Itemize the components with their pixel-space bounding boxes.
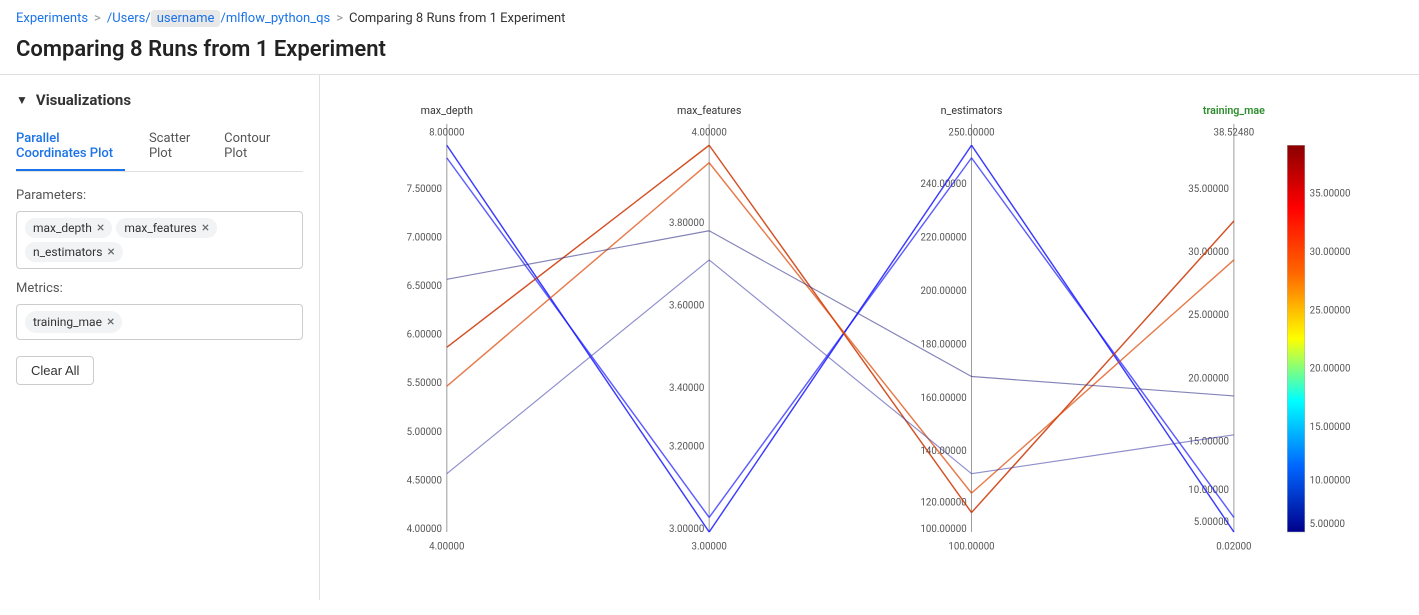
parameters-tags: max_depth × max_features × n_estimators … [16, 211, 303, 269]
ax-md-450: 4.50000 [407, 475, 442, 486]
bottom-label-tm: 0.02000 [1216, 541, 1251, 552]
axis-top-training-mae: 38.52480 [1214, 128, 1255, 139]
tabs-container: Parallel Coordinates Plot Scatter Plot C… [16, 123, 303, 172]
ax-ne-160: 160.00000 [920, 393, 966, 404]
ax-mf-380: 3.80000 [669, 218, 704, 229]
ax-md-700: 7.00000 [407, 232, 442, 243]
colorbar-label-25: 25.00000 [1310, 305, 1351, 316]
data-line-blue-2 [447, 158, 709, 518]
bottom-label-ne: 100.00000 [948, 541, 994, 552]
axis-top-max-depth: 8.00000 [429, 128, 464, 139]
clear-all-button[interactable]: Clear All [16, 356, 94, 385]
metrics-label: Metrics: [16, 281, 303, 296]
data-line-blue-2c [972, 158, 1234, 518]
breadcrumb-username[interactable]: username [151, 10, 221, 27]
breadcrumb-sep1: > [94, 11, 101, 26]
colorbar-label-20: 20.00000 [1310, 364, 1351, 375]
data-line-red-2 [447, 163, 709, 386]
axis-label-n-estimators: n_estimators [941, 104, 1003, 117]
ax-tm-25: 25.00000 [1188, 310, 1229, 321]
tag-max-features-label: max_features [124, 221, 196, 235]
colorbar-label-35: 35.00000 [1310, 189, 1351, 200]
ax-md-650: 6.50000 [407, 281, 442, 292]
ax-mf-340: 3.40000 [669, 383, 704, 394]
breadcrumb-current: Comparing 8 Runs from 1 Experiment [349, 11, 565, 26]
tab-contour[interactable]: Contour Plot [224, 123, 279, 171]
ax-ne-100: 100.00000 [920, 524, 966, 535]
colorbar [1287, 145, 1304, 532]
ax-mf-320: 3.20000 [669, 441, 704, 452]
axis-top-max-features: 4.00000 [692, 128, 727, 139]
axis-label-max-features: max_features [677, 104, 741, 117]
data-line-3b [709, 231, 971, 377]
ax-tm-5: 5.00000 [1194, 517, 1229, 528]
ax-mf-300: 3.00000 [669, 524, 704, 535]
chart-panel: max_depth max_features n_estimators trai… [320, 75, 1419, 600]
tag-max-depth-label: max_depth [33, 221, 92, 235]
breadcrumb: Experiments > /Users/ username /mlflow_p… [0, 0, 1419, 33]
data-line-3 [447, 231, 709, 280]
bottom-label-md: 4.00000 [429, 541, 464, 552]
data-line-red-1c [972, 221, 1234, 513]
tag-n-estimators: n_estimators × [25, 242, 123, 262]
ax-tm-20: 20.00000 [1188, 373, 1229, 384]
tab-scatter[interactable]: Scatter Plot [149, 123, 200, 171]
data-line-red-1 [447, 145, 709, 347]
tag-max-features-remove[interactable]: × [202, 221, 209, 235]
bottom-label-mf: 3.00000 [692, 541, 727, 552]
ax-ne-220: 220.00000 [920, 232, 966, 243]
ax-ne-240: 240.00000 [920, 179, 966, 190]
ax-mf-360: 3.60000 [669, 300, 704, 311]
ax-md-550: 5.50000 [407, 378, 442, 389]
breadcrumb-mlflow[interactable]: /mlflow_python_qs [220, 11, 330, 26]
tag-n-estimators-remove[interactable]: × [107, 245, 114, 259]
ax-tm-35: 35.00000 [1188, 184, 1229, 195]
tag-max-depth: max_depth × [25, 218, 112, 238]
left-panel: ▼ Visualizations Parallel Coordinates Pl… [0, 75, 320, 600]
parallel-coordinates-chart: max_depth max_features n_estimators trai… [320, 85, 1419, 600]
axis-top-n-estimators: 250.00000 [948, 128, 994, 139]
colorbar-label-5: 5.00000 [1310, 519, 1345, 530]
colorbar-label-30: 30.00000 [1310, 247, 1351, 258]
axis-label-max-depth: max_depth [421, 104, 473, 117]
tag-n-estimators-label: n_estimators [33, 245, 102, 259]
caret-icon: ▼ [16, 93, 28, 107]
colorbar-label-15: 15.00000 [1310, 422, 1351, 433]
breadcrumb-users[interactable]: /Users/ [107, 11, 151, 26]
ax-ne-120: 120.00000 [920, 498, 966, 509]
ax-md-750: 7.50000 [407, 184, 442, 195]
ax-md-400: 4.00000 [407, 524, 442, 535]
ax-ne-180: 180.00000 [920, 339, 966, 350]
tag-max-depth-remove[interactable]: × [97, 221, 104, 235]
parameters-label: Parameters: [16, 188, 303, 203]
tag-training-mae-label: training_mae [33, 315, 102, 329]
tab-parallel[interactable]: Parallel Coordinates Plot [16, 123, 125, 171]
axis-label-training-mae: training_mae [1203, 104, 1265, 117]
ax-ne-200: 200.00000 [920, 286, 966, 297]
ax-md-600: 6.00000 [407, 330, 442, 341]
page-title: Comparing 8 Runs from 1 Experiment [0, 33, 1419, 75]
tag-training-mae-remove[interactable]: × [107, 315, 114, 329]
tag-max-features: max_features × [116, 218, 217, 238]
breadcrumb-sep3: > [336, 11, 343, 26]
visualizations-header[interactable]: ▼ Visualizations [16, 91, 303, 109]
tag-training-mae: training_mae × [25, 311, 122, 333]
colorbar-label-10: 10.00000 [1310, 475, 1351, 486]
data-line-4c [972, 435, 1234, 474]
metrics-tags: training_mae × [16, 304, 303, 340]
breadcrumb-experiments[interactable]: Experiments [16, 11, 88, 26]
visualizations-label: Visualizations [36, 91, 131, 109]
ax-md-500: 5.00000 [407, 427, 442, 438]
